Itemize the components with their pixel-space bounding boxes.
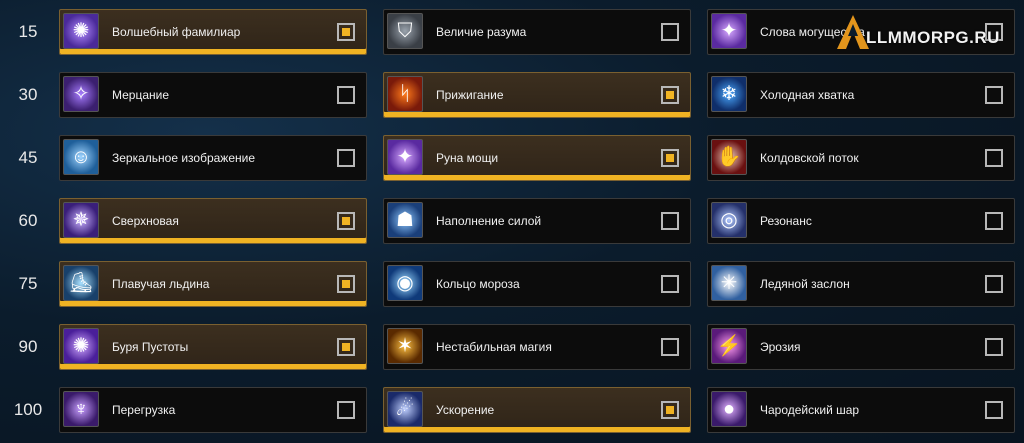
ring-of-frost-icon: ◉ <box>387 265 423 301</box>
rune-of-power-icon: ✦ <box>711 13 747 49</box>
talent-checkbox[interactable] <box>661 338 679 356</box>
talent-name: Зеркальное изображение <box>112 151 256 165</box>
talent-option[interactable]: ◉ Кольцо мороза <box>383 261 691 307</box>
level-label: 100 <box>13 400 43 419</box>
talent-option[interactable]: ✵ Сверхновая <box>59 198 367 244</box>
time-anomaly-icon: ☄ <box>387 391 423 427</box>
talent-name: Перегрузка <box>112 403 176 417</box>
talent-option[interactable]: ☺ Зеркальное изображение <box>59 135 367 181</box>
talent-option[interactable]: ᛋ Прижигание <box>383 72 691 118</box>
talent-option[interactable]: ✺ Буря Пустоты <box>59 324 367 370</box>
ice-ward-icon: ✳ <box>711 265 747 301</box>
incanters-flow-icon: ✋ <box>711 139 747 175</box>
talent-checkbox[interactable] <box>661 86 679 104</box>
talent-name: Сверхновая <box>112 214 179 228</box>
talent-name: Нестабильная магия <box>436 340 552 354</box>
talent-checkbox[interactable] <box>985 401 1003 419</box>
talent-name: Эрозия <box>760 340 801 354</box>
talent-option[interactable]: ❄ Холодная хватка <box>707 72 1015 118</box>
nether-tempest-icon: ✺ <box>63 328 99 364</box>
talent-checkbox[interactable] <box>337 86 355 104</box>
talent-checkbox[interactable] <box>337 212 355 230</box>
talent-name: Наполнение силой <box>436 214 542 228</box>
level-label: 60 <box>18 211 38 230</box>
arcane-familiar-icon: ✺ <box>63 13 99 49</box>
talent-option[interactable]: ● Чародейский шар <box>707 387 1015 433</box>
watermark-text: LLMMORPG.RU <box>866 28 1000 47</box>
talent-name: Плавучая льдина <box>112 277 210 291</box>
talent-checkbox[interactable] <box>661 23 679 41</box>
talent-name: Ледяной заслон <box>760 277 850 291</box>
charged-up-icon: ☗ <box>387 202 423 238</box>
ice-floes-icon: ⛸ <box>63 265 99 301</box>
unstable-magic-icon: ✶ <box>387 328 423 364</box>
talent-option[interactable]: ☗ Наполнение силой <box>383 198 691 244</box>
talent-name: Волшебный фамилиар <box>112 25 241 39</box>
talent-name: Колдовской поток <box>760 151 859 165</box>
talent-checkbox[interactable] <box>985 149 1003 167</box>
level-label: 30 <box>18 85 38 104</box>
talent-name: Буря Пустоты <box>112 340 189 354</box>
talent-name: Мерцание <box>112 88 170 102</box>
talent-option[interactable]: ☄ Ускорение <box>383 387 691 433</box>
talent-checkbox[interactable] <box>661 212 679 230</box>
talent-checkbox[interactable] <box>661 149 679 167</box>
talent-checkbox[interactable] <box>985 275 1003 293</box>
talent-name: Чародейский шар <box>760 403 860 417</box>
talent-checkbox[interactable] <box>661 401 679 419</box>
rune-of-power-icon: ✦ <box>387 139 423 175</box>
helmet-icon: ⛉ <box>387 13 423 49</box>
mirror-image-icon: ☺ <box>63 139 99 175</box>
watermark: LLMMORPG.RU <box>836 14 1024 54</box>
talent-checkbox[interactable] <box>337 275 355 293</box>
talent-checkbox[interactable] <box>337 338 355 356</box>
talent-option[interactable]: ◎ Резонанс <box>707 198 1015 244</box>
talent-option[interactable]: ✦ Руна мощи <box>383 135 691 181</box>
talent-option[interactable]: ⚡ Эрозия <box>707 324 1015 370</box>
talent-checkbox[interactable] <box>337 23 355 41</box>
level-label: 45 <box>18 148 38 167</box>
cold-snap-icon: ❄ <box>711 76 747 112</box>
talent-option[interactable]: ⛉ Величие разума <box>383 9 691 55</box>
talent-option[interactable]: ✋ Колдовской поток <box>707 135 1015 181</box>
talent-checkbox[interactable] <box>337 149 355 167</box>
overpowered-icon: ♆ <box>63 391 99 427</box>
talent-name: Величие разума <box>436 25 527 39</box>
talent-checkbox[interactable] <box>337 401 355 419</box>
level-label: 15 <box>18 22 38 41</box>
level-label: 90 <box>18 337 38 356</box>
erosion-icon: ⚡ <box>711 328 747 364</box>
talent-checkbox[interactable] <box>985 86 1003 104</box>
talent-name: Ускорение <box>436 403 495 417</box>
arcane-orb-icon: ● <box>711 391 747 427</box>
talent-option[interactable]: ✧ Мерцание <box>59 72 367 118</box>
talent-option[interactable]: ✺ Волшебный фамилиар <box>59 9 367 55</box>
talent-name: Прижигание <box>436 88 504 102</box>
supernova-icon: ✵ <box>63 202 99 238</box>
talent-option[interactable]: ♆ Перегрузка <box>59 387 367 433</box>
talent-checkbox[interactable] <box>985 212 1003 230</box>
cauterize-icon: ᛋ <box>387 76 423 112</box>
level-label: 75 <box>18 274 38 293</box>
talent-name: Кольцо мороза <box>436 277 520 291</box>
resonance-icon: ◎ <box>711 202 747 238</box>
talent-name: Холодная хватка <box>760 88 855 102</box>
talent-option[interactable]: ✳ Ледяной заслон <box>707 261 1015 307</box>
talent-checkbox[interactable] <box>661 275 679 293</box>
talent-checkbox[interactable] <box>985 338 1003 356</box>
talent-name: Руна мощи <box>436 151 499 165</box>
site-logo-icon <box>837 15 869 49</box>
shimmer-icon: ✧ <box>63 76 99 112</box>
talent-option[interactable]: ✶ Нестабильная магия <box>383 324 691 370</box>
talent-option[interactable]: ⛸ Плавучая льдина <box>59 261 367 307</box>
talent-name: Резонанс <box>760 214 812 228</box>
